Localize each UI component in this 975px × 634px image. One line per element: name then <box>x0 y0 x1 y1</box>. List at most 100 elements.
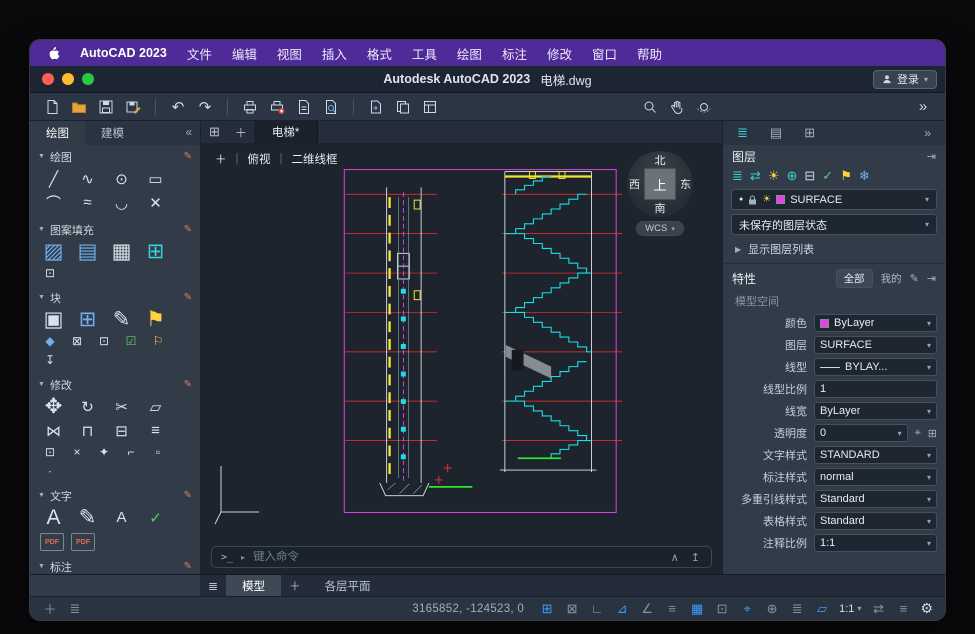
customize-gear-icon[interactable]: ⚙ <box>920 600 933 617</box>
rotate-tool-icon[interactable]: ↻ <box>74 395 101 418</box>
mleader-style-dropdown[interactable]: Standard ▾ <box>814 490 937 508</box>
triangle-down-icon[interactable]: ▼ <box>38 294 45 301</box>
open-file-button[interactable] <box>69 97 89 117</box>
layer-off-icon[interactable]: ⊟ <box>804 168 815 184</box>
stretch-tool-icon[interactable]: ▱ <box>142 395 169 418</box>
undo-button[interactable]: ↶ <box>168 97 188 117</box>
lineweight-toggle-icon[interactable]: ⊡ <box>714 601 730 617</box>
export-pdf-icon[interactable]: PDF <box>40 533 64 551</box>
modify-tool-icon[interactable]: ⊡ <box>40 443 60 461</box>
block-tool-icon[interactable]: ◆ <box>40 332 60 350</box>
snap-toggle-icon[interactable]: ⊠ <box>564 601 580 617</box>
viewcube-south[interactable]: 南 <box>655 200 666 216</box>
tab-draw[interactable]: 绘图 <box>30 121 85 145</box>
move-tool-icon[interactable]: ✥ <box>40 395 67 418</box>
add-palette-button[interactable]: ＋ <box>42 599 58 618</box>
menu-modify[interactable]: 修改 <box>547 44 572 63</box>
find-button[interactable] <box>640 97 660 117</box>
hatch-edit-icon[interactable]: ⊡ <box>40 264 60 282</box>
layer-prop-dropdown[interactable]: SURFACE ▾ <box>814 336 937 354</box>
line-tool-icon[interactable]: ╱ <box>40 167 67 190</box>
block-edit-icon[interactable]: ✎ <box>108 308 135 331</box>
zoom-window-button[interactable] <box>82 73 94 85</box>
insert-block-icon[interactable]: ▣ <box>40 308 67 331</box>
triangle-down-icon[interactable]: ▼ <box>38 492 45 499</box>
menu-format[interactable]: 格式 <box>367 44 392 63</box>
modify-tool-icon[interactable]: ∙ <box>40 462 60 480</box>
etransmit-button[interactable] <box>366 97 386 117</box>
viewcube-west[interactable]: 西 <box>629 176 640 192</box>
trim-scissors-icon[interactable]: ✂ <box>108 395 135 418</box>
osnap-toggle-icon[interactable]: ▦ <box>689 601 705 617</box>
viewcube-east[interactable]: 东 <box>680 176 691 192</box>
linetype-scale-input[interactable]: 1 <box>814 380 937 398</box>
isolate-objects-icon[interactable]: ≡ <box>895 601 911 616</box>
visual-style-control[interactable]: 二维线框 <box>292 151 338 167</box>
spline-tool-icon[interactable]: ≈ <box>74 191 101 214</box>
edit-pencil-icon[interactable]: ✎ <box>184 379 192 390</box>
edit-pencil-icon[interactable]: ✎ <box>910 272 919 285</box>
mtext-tool-icon[interactable]: A <box>40 506 67 529</box>
text-edit-icon[interactable]: ✎ <box>74 506 101 529</box>
layer-on-icon[interactable]: ☀ <box>768 168 780 184</box>
circle-tool-icon[interactable]: ⊙ <box>108 167 135 190</box>
menu-draw[interactable]: 绘图 <box>457 44 482 63</box>
block-tool-icon[interactable]: ⚐ <box>148 332 168 350</box>
attribute-icon[interactable]: ⚑ <box>142 308 169 331</box>
pan-hand-button[interactable] <box>667 97 687 117</box>
menu-edit[interactable]: 编辑 <box>232 44 257 63</box>
color-dropdown[interactable]: ByLayer ▾ <box>814 314 937 332</box>
modify-tool-icon[interactable]: ✦ <box>94 443 114 461</box>
new-layout-button[interactable]: ＋ <box>281 575 309 596</box>
filter-mine-button[interactable]: 我的 <box>881 271 902 286</box>
command-input[interactable] <box>253 551 661 563</box>
annotation-scale-dropdown[interactable]: 1:1 ▾ <box>814 534 937 552</box>
edit-pencil-icon[interactable]: ✎ <box>184 151 192 162</box>
new-file-button[interactable] <box>42 97 62 117</box>
linetype-dropdown[interactable]: BYLAY... ▾ <box>814 358 937 376</box>
ellipse-tool-icon[interactable]: ◡ <box>108 191 135 214</box>
fillet-tool-icon[interactable]: ⊓ <box>74 419 101 442</box>
block-tool-icon[interactable]: ⊠ <box>67 332 87 350</box>
plot-preview-button[interactable] <box>321 97 341 117</box>
menu-file[interactable]: 文件 <box>187 44 212 63</box>
close-window-button[interactable] <box>42 73 54 85</box>
copy-button[interactable] <box>393 97 413 117</box>
tab-modeling[interactable]: 建模 <box>85 121 140 145</box>
menu-window[interactable]: 窗口 <box>592 44 617 63</box>
gradient-tool-icon[interactable]: ▦ <box>108 240 135 263</box>
modify-tool-icon[interactable]: ▫ <box>148 443 168 461</box>
viewcube-top-face[interactable]: 上 <box>644 168 676 200</box>
login-button[interactable]: 登录 ▾ <box>873 70 937 89</box>
edit-pencil-icon[interactable]: ✎ <box>184 292 192 303</box>
workspace-toggle-icon[interactable]: ▱ <box>814 601 830 617</box>
point-tool-icon[interactable]: ✕ <box>142 191 169 214</box>
modify-tool-icon[interactable]: × <box>67 443 87 461</box>
panel-more-icon[interactable]: » <box>924 126 931 140</box>
tab-sheet-icon[interactable]: ▤ <box>770 125 782 141</box>
dynamic-ucs-toggle-icon[interactable]: ⌖ <box>739 601 755 617</box>
erase-tool-icon[interactable]: ⊟ <box>108 419 135 442</box>
minimize-window-button[interactable] <box>62 73 74 85</box>
transparency-input[interactable]: 0 ▾ <box>814 424 908 442</box>
wcs-menu[interactable]: WCS ▾ <box>636 221 684 236</box>
toolbar-more-button[interactable]: » <box>913 97 933 117</box>
block-tool-icon[interactable]: ↧ <box>40 351 60 369</box>
create-block-icon[interactable]: ⊞ <box>74 308 101 331</box>
ortho-toggle-icon[interactable]: ∟ <box>589 601 605 616</box>
show-layer-list[interactable]: ▶ 显示图层列表 <box>723 237 945 260</box>
transparency-pick-icon[interactable]: ⌖ <box>915 427 921 440</box>
menu-tools[interactable]: 工具 <box>412 44 437 63</box>
mirror-tool-icon[interactable]: ⋈ <box>40 419 67 442</box>
hatch-tool-icon[interactable]: ▨ <box>40 240 67 263</box>
annotation-scale-button[interactable]: 1:1 ▾ <box>839 603 861 615</box>
table-style-dropdown[interactable]: Standard ▾ <box>814 512 937 530</box>
block-tool-icon[interactable]: ⊡ <box>94 332 114 350</box>
app-menu-title[interactable]: AutoCAD 2023 <box>80 46 167 60</box>
tab-layers-icon[interactable]: ≣ <box>737 125 748 141</box>
import-pdf-icon[interactable]: PDF <box>71 533 95 551</box>
edit-pencil-icon[interactable]: ✎ <box>184 561 192 572</box>
rectangle-tool-icon[interactable]: ▭ <box>142 167 169 190</box>
lineweight-dropdown[interactable]: ByLayer ▾ <box>814 402 937 420</box>
triangle-down-icon[interactable]: ▼ <box>38 563 45 570</box>
